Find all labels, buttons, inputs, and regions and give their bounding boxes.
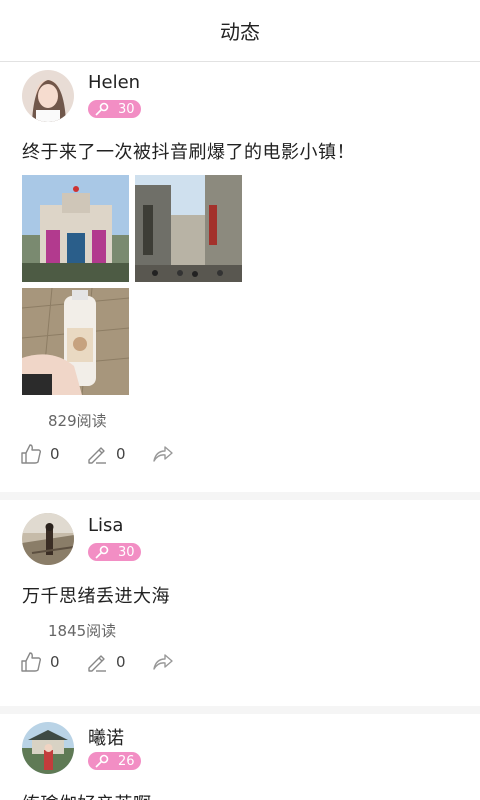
post-divider	[0, 492, 480, 500]
post-image[interactable]	[135, 175, 242, 282]
feed-post[interactable]: Helen 30 终于来了一次被抖音刷爆了的电影小镇！ 829阅读 0 0	[0, 62, 480, 492]
avatar[interactable]	[22, 722, 74, 774]
level-badge: 30	[88, 100, 141, 118]
pencil-icon	[88, 447, 106, 464]
share-button[interactable]	[152, 443, 174, 465]
post-text: 终于来了一次被抖音刷爆了的电影小镇！	[22, 142, 355, 163]
avatar[interactable]	[22, 513, 74, 565]
username[interactable]: Lisa	[88, 515, 123, 536]
level-value: 30	[118, 544, 135, 560]
post-actions: 0 0	[20, 443, 200, 467]
read-count: 829阅读	[48, 412, 107, 430]
page-title: 动态	[220, 20, 260, 44]
like-count: 0	[50, 445, 60, 463]
username[interactable]: 曦诺	[88, 724, 124, 750]
level-badge: 26	[88, 752, 141, 770]
read-count: 1845阅读	[48, 622, 117, 640]
post-text: 万千思绪丢进大海	[22, 586, 170, 607]
like-count: 0	[50, 653, 60, 671]
comment-count: 0	[116, 653, 126, 671]
share-button[interactable]	[152, 651, 174, 673]
comment-button[interactable]: 0	[86, 443, 126, 465]
share-arrow-icon	[153, 446, 173, 462]
key-icon	[95, 102, 109, 116]
feed-post[interactable]: Lisa 30 万千思绪丢进大海 1845阅读 0 0	[0, 500, 480, 706]
comment-button[interactable]: 0	[86, 651, 126, 673]
like-button[interactable]: 0	[20, 443, 60, 465]
share-arrow-icon	[153, 654, 173, 670]
level-badge: 30	[88, 543, 141, 561]
app-header: 动态	[0, 0, 480, 62]
post-actions: 0 0	[20, 651, 200, 675]
thumbs-up-icon	[21, 444, 42, 464]
post-image[interactable]	[22, 288, 129, 395]
feed-post[interactable]: 曦诺 26 练瑜伽好辛苦啊	[0, 714, 480, 800]
like-button[interactable]: 0	[20, 651, 60, 673]
pencil-icon	[88, 655, 106, 672]
level-value: 26	[118, 753, 135, 769]
level-value: 30	[118, 101, 135, 117]
thumbs-up-icon	[21, 652, 42, 672]
key-icon	[95, 754, 109, 768]
key-icon	[95, 545, 109, 559]
username[interactable]: Helen	[88, 72, 140, 93]
post-text: 练瑜伽好辛苦啊	[22, 790, 152, 800]
comment-count: 0	[116, 445, 126, 463]
post-divider	[0, 706, 480, 714]
post-image[interactable]	[22, 175, 129, 282]
avatar[interactable]	[22, 70, 74, 122]
